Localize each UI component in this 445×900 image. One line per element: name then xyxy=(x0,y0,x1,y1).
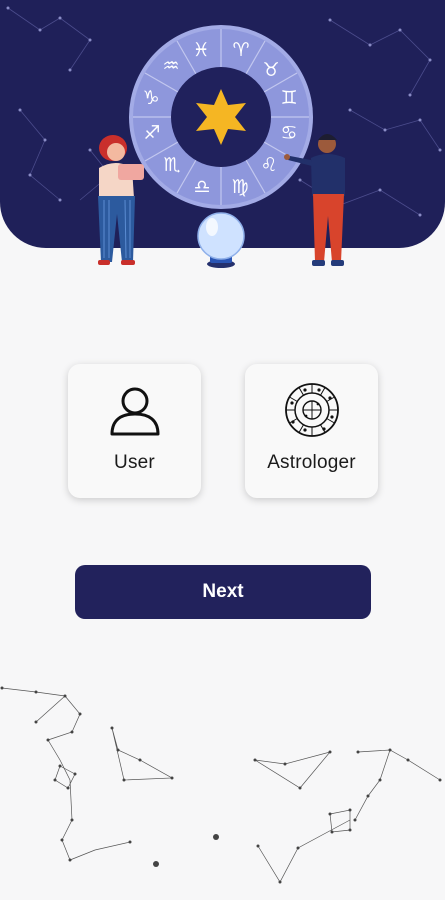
taurus-icon: ♉ xyxy=(262,59,279,81)
crystal-ball-icon xyxy=(197,212,245,268)
gemini-icon: ♊ xyxy=(280,87,297,109)
user-icon xyxy=(110,387,159,436)
cancer-icon: ♋ xyxy=(280,122,297,144)
sagittarius-icon: ♐ xyxy=(143,122,160,144)
next-button[interactable]: Next xyxy=(75,565,371,619)
scorpio-icon: ♏ xyxy=(163,154,180,176)
capricorn-icon: ♑ xyxy=(142,87,159,109)
astrologer-role-label: Astrologer xyxy=(267,452,356,473)
aries-icon: ♈ xyxy=(232,39,249,61)
pisces-icon: ♓ xyxy=(192,39,209,61)
user-role-card[interactable]: User xyxy=(68,364,201,498)
astrologer-role-card[interactable]: Astrologer xyxy=(245,364,378,498)
zodiac-chart-icon xyxy=(284,383,339,437)
constellation-decoration xyxy=(0,686,442,884)
user-role-label: User xyxy=(114,452,155,473)
aquarius-icon: ♒ xyxy=(162,55,179,77)
zodiac-wheel: ♓ ♈ ♉ ♊ ♋ ♌ ♍ ♎ ♏ ♐ ♑ ♒ xyxy=(129,25,313,209)
leo-icon: ♌ xyxy=(260,154,277,176)
libra-icon: ♎ xyxy=(193,176,210,198)
virgo-icon: ♍ xyxy=(231,176,248,198)
hero-illustration: ♓ ♈ ♉ ♊ ♋ ♌ ♍ ♎ ♏ ♐ ♑ ♒ xyxy=(6,6,442,268)
